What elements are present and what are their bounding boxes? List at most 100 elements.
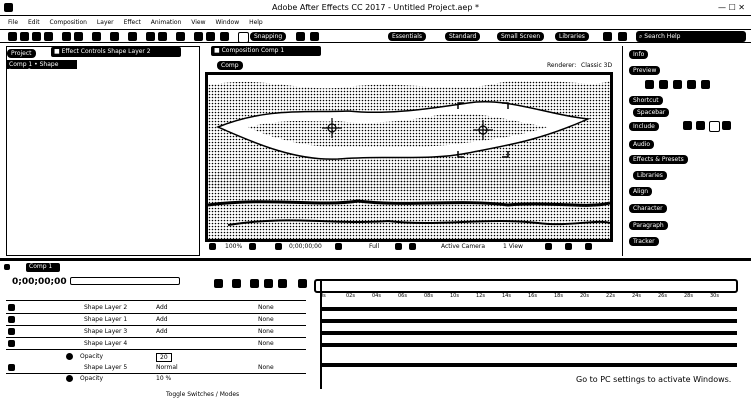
first-frame-icon[interactable] — [645, 80, 654, 89]
layer-duration-bar[interactable] — [320, 319, 737, 323]
shy-layers-icon[interactable] — [250, 279, 259, 288]
effects-presets-tab[interactable]: Effects & Presets — [629, 155, 688, 164]
graph-editor-icon[interactable] — [298, 279, 307, 288]
layer-mode[interactable]: Normal — [156, 364, 178, 371]
selection-tool-icon[interactable] — [8, 32, 17, 41]
pen-tool-icon[interactable] — [110, 32, 119, 41]
transparency-grid-icon[interactable] — [409, 243, 416, 250]
video-toggle-icon[interactable] — [683, 121, 692, 130]
menu-help[interactable]: Help — [249, 19, 263, 26]
table-row[interactable]: Shape Layer 1 Add None — [6, 315, 306, 326]
snapshot-icon[interactable] — [275, 243, 282, 250]
layer-controls-toggle-icon[interactable] — [722, 121, 731, 130]
table-row[interactable]: Shape Layer 5 Normal None — [6, 363, 306, 374]
menu-composition[interactable]: Composition — [50, 19, 87, 26]
view-layout[interactable]: 1 View — [503, 243, 523, 250]
table-row[interactable]: Shape Layer 4 None — [6, 339, 306, 350]
layer-name[interactable]: Shape Layer 1 — [84, 316, 127, 323]
paragraph-tab[interactable]: Paragraph — [629, 221, 668, 230]
local-axis-icon[interactable] — [220, 32, 229, 41]
audio-tab[interactable]: Audio — [629, 140, 655, 149]
layer-mode[interactable]: Add — [156, 316, 168, 323]
zoom-tool-icon[interactable] — [32, 32, 41, 41]
character-tab[interactable]: Character — [629, 204, 667, 213]
libraries-tab[interactable]: Libraries — [633, 171, 667, 180]
workspace-libraries[interactable]: Libraries — [555, 32, 589, 41]
workspace-small-screen[interactable]: Small Screen — [497, 32, 545, 41]
type-tool-icon[interactable] — [128, 32, 137, 41]
spacebar-value[interactable]: Spacebar — [633, 108, 670, 117]
layer-name[interactable]: Shape Layer 4 — [84, 340, 127, 347]
visibility-icon[interactable] — [8, 316, 15, 323]
current-time-indicator[interactable] — [320, 279, 322, 389]
workspace-overflow-icon[interactable] — [603, 32, 612, 41]
always-preview-icon[interactable] — [209, 243, 216, 250]
active-camera[interactable]: Active Camera — [441, 243, 485, 250]
property-value[interactable]: 10 % — [156, 375, 171, 382]
property-row[interactable]: Opacity 20 — [66, 353, 266, 363]
exposure-icon[interactable] — [585, 243, 592, 250]
puppet-tool-icon[interactable] — [206, 32, 215, 41]
snap-edge-icon[interactable] — [296, 32, 305, 41]
menu-view[interactable]: View — [191, 19, 205, 26]
snap-feature-icon[interactable] — [310, 32, 319, 41]
layer-mode[interactable]: Add — [156, 328, 168, 335]
visibility-icon[interactable] — [8, 328, 15, 335]
visibility-icon[interactable] — [8, 340, 15, 347]
menu-edit[interactable]: Edit — [28, 19, 40, 26]
align-tab[interactable]: Align — [629, 187, 653, 196]
layer-parent[interactable]: None — [258, 340, 274, 347]
snapping-checkbox[interactable] — [238, 32, 249, 43]
brush-tool-icon[interactable] — [146, 32, 155, 41]
draft-3d-icon[interactable] — [232, 279, 241, 288]
comp-viewer[interactable] — [205, 72, 613, 242]
roi-icon[interactable] — [395, 243, 402, 250]
project-tab[interactable]: Project — [7, 49, 36, 58]
fast-preview-icon[interactable] — [545, 243, 552, 250]
timeline-tab[interactable]: Comp 1 — [26, 263, 60, 272]
mask-tool-icon[interactable] — [92, 32, 101, 41]
visibility-icon[interactable] — [8, 364, 15, 371]
toggle-switches-modes[interactable]: Toggle Switches / Modes — [166, 391, 239, 398]
window-controls[interactable]: — ☐ ✕ — [718, 3, 745, 12]
search-help[interactable]: ⌕ Search Help — [636, 31, 746, 42]
grid-icon[interactable] — [249, 243, 256, 250]
rotate-tool-icon[interactable] — [44, 32, 53, 41]
timeline-timecode[interactable]: 0;00;00;00 — [12, 277, 67, 287]
layer-parent[interactable]: None — [258, 304, 274, 311]
roto-tool-icon[interactable] — [194, 32, 203, 41]
tracker-tab[interactable]: Tracker — [629, 237, 659, 246]
stopwatch-icon[interactable] — [66, 375, 73, 382]
previous-frame-icon[interactable] — [659, 80, 668, 89]
menu-effect[interactable]: Effect — [124, 19, 141, 26]
play-icon[interactable] — [673, 80, 682, 89]
workspace-standard[interactable]: Standard — [445, 32, 481, 41]
resolution[interactable]: Full — [369, 243, 379, 250]
overlay-toggle-icon[interactable] — [709, 121, 720, 132]
stamp-tool-icon[interactable] — [158, 32, 167, 41]
camera-tool-icon[interactable] — [62, 32, 71, 41]
property-value[interactable]: 20 — [156, 353, 172, 362]
last-frame-icon[interactable] — [701, 80, 710, 89]
menu-window[interactable]: Window — [215, 19, 239, 26]
layer-name[interactable]: Shape Layer 5 — [84, 364, 127, 371]
comp-breadcrumb[interactable]: Comp — [217, 61, 243, 70]
composition-tab[interactable]: ■ Composition Comp 1 — [211, 46, 321, 56]
layer-duration-bar[interactable] — [320, 331, 737, 335]
renderer-value[interactable]: Classic 3D — [581, 62, 612, 69]
close-timeline-icon[interactable] — [4, 264, 10, 270]
viewer-timecode[interactable]: 0;00;00;00 — [289, 243, 322, 250]
next-frame-icon[interactable] — [687, 80, 696, 89]
table-row[interactable]: Shape Layer 3 Add None — [6, 327, 306, 338]
motion-blur-icon[interactable] — [278, 279, 287, 288]
layer-duration-bar[interactable] — [320, 307, 737, 311]
timeline-search[interactable] — [70, 277, 180, 285]
workspace-essentials[interactable]: Essentials — [388, 32, 427, 41]
layer-parent[interactable]: None — [258, 328, 274, 335]
property-row[interactable]: Opacity 10 % — [66, 375, 266, 385]
channel-icon[interactable] — [335, 243, 342, 250]
info-tab[interactable]: Info — [629, 50, 649, 59]
time-ruler[interactable] — [314, 279, 738, 293]
layer-duration-bar[interactable] — [320, 363, 737, 367]
comp-mini-flowchart-icon[interactable] — [214, 279, 223, 288]
